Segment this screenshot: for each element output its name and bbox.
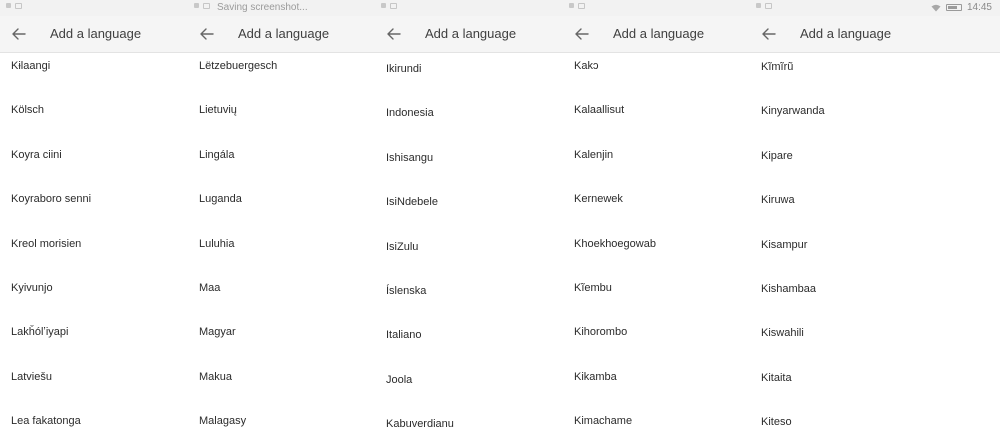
arrow-left-icon[interactable] xyxy=(760,25,778,43)
status-bar xyxy=(0,0,188,16)
page-title: Add a language xyxy=(425,26,517,41)
language-item[interactable]: Ishisangu xyxy=(375,136,563,180)
status-bar: 14:45 xyxy=(750,0,1000,16)
dot-icon xyxy=(6,3,11,8)
language-item[interactable]: Lëtzebuergesch xyxy=(188,44,375,88)
image-notification-icon xyxy=(765,3,772,9)
language-item[interactable]: Lingála xyxy=(188,133,375,177)
image-notification-icon xyxy=(15,3,22,9)
language-screen-4: Add a language Kakɔ Kalaallisut Kalenjin… xyxy=(563,0,750,444)
language-list: Kakɔ Kalaallisut Kalenjin Kernewek Khoek… xyxy=(563,44,750,444)
image-notification-icon xyxy=(578,3,585,9)
status-bar xyxy=(375,0,563,16)
language-item[interactable]: Kitaita xyxy=(750,356,1000,400)
language-item[interactable]: Kölsch xyxy=(0,88,188,132)
language-item[interactable]: Magyar xyxy=(188,310,375,354)
language-item[interactable]: Koyra ciini xyxy=(0,133,188,177)
language-item[interactable]: IsiNdebele xyxy=(375,180,563,224)
language-item[interactable]: Lea fakatonga xyxy=(0,399,188,443)
page-title: Add a language xyxy=(613,26,705,41)
language-item[interactable]: Latviešu xyxy=(0,355,188,399)
language-item[interactable]: Kikamba xyxy=(563,355,750,399)
language-screen-1: Add a language Kɨlaangi Kölsch Koyra cii… xyxy=(0,0,188,444)
language-item[interactable]: Kĩmĩrũ xyxy=(750,45,1000,89)
language-item[interactable]: Malagasy xyxy=(188,399,375,443)
language-item[interactable]: Kishambaa xyxy=(750,267,1000,311)
language-list: Kĩmĩrũ Kinyarwanda Kipare Kiruwa Kisampu… xyxy=(750,45,1000,444)
language-screen-3: Add a language Ikirundi Indonesia Ishisa… xyxy=(375,0,563,444)
language-item[interactable]: Luluhia xyxy=(188,222,375,266)
language-item[interactable]: Kɨlaangi xyxy=(0,44,188,88)
language-list: Kɨlaangi Kölsch Koyra ciini Koyraboro se… xyxy=(0,44,188,444)
dot-icon xyxy=(569,3,574,8)
language-screen-2: Saving screenshot... Add a language Lëtz… xyxy=(188,0,375,444)
status-bar xyxy=(563,0,750,16)
language-item[interactable]: Lakȟólʼiyapi xyxy=(0,310,188,354)
dot-icon xyxy=(194,3,199,8)
image-notification-icon xyxy=(203,3,210,9)
language-item[interactable]: Kiswahili xyxy=(750,311,1000,355)
status-right: 14:45 xyxy=(931,2,992,13)
language-item[interactable]: Kyivunjo xyxy=(0,266,188,310)
arrow-left-icon[interactable] xyxy=(573,25,591,43)
language-item[interactable]: Kisampur xyxy=(750,223,1000,267)
language-item[interactable]: Ikirundi xyxy=(375,47,563,91)
language-item[interactable]: Makua xyxy=(188,355,375,399)
screenshot-strip: Add a language Kɨlaangi Kölsch Koyra cii… xyxy=(0,0,1000,444)
notification-icons xyxy=(756,3,772,9)
language-item[interactable]: IsiZulu xyxy=(375,225,563,269)
language-item[interactable]: Khoekhoegowab xyxy=(563,222,750,266)
image-notification-icon xyxy=(390,3,397,9)
language-item[interactable]: Luganda xyxy=(188,177,375,221)
notification-icons xyxy=(381,3,397,9)
clock: 14:45 xyxy=(966,2,992,13)
language-list: Ikirundi Indonesia Ishisangu IsiNdebele … xyxy=(375,47,563,444)
language-item[interactable]: Kinyarwanda xyxy=(750,89,1000,133)
language-item[interactable]: Kreol morisien xyxy=(0,222,188,266)
status-notification-text: Saving screenshot... xyxy=(217,2,308,13)
language-item[interactable]: Kakɔ xyxy=(563,44,750,88)
battery-icon xyxy=(945,4,962,11)
language-item[interactable]: Kalaallisut xyxy=(563,88,750,132)
dot-icon xyxy=(381,3,386,8)
language-item[interactable]: Kernewek xyxy=(563,177,750,221)
language-item[interactable]: Koyraboro senni xyxy=(0,177,188,221)
language-item[interactable]: Kimachame xyxy=(563,399,750,443)
language-item[interactable]: Italiano xyxy=(375,313,563,357)
language-item[interactable]: Kiruwa xyxy=(750,178,1000,222)
language-item[interactable]: Lietuvių xyxy=(188,88,375,132)
language-item[interactable]: Kĩembu xyxy=(563,266,750,310)
language-item[interactable]: Kihorombo xyxy=(563,310,750,354)
page-title: Add a language xyxy=(50,26,142,41)
language-item[interactable]: Kipare xyxy=(750,134,1000,178)
notification-icons xyxy=(6,3,22,9)
wifi-icon xyxy=(931,4,941,11)
language-item[interactable]: Maa xyxy=(188,266,375,310)
page-title: Add a language xyxy=(800,26,892,41)
arrow-left-icon[interactable] xyxy=(198,25,216,43)
arrow-left-icon[interactable] xyxy=(10,25,28,43)
page-title: Add a language xyxy=(238,26,330,41)
language-item[interactable]: Joola xyxy=(375,358,563,402)
language-item[interactable]: Kiteso xyxy=(750,400,1000,444)
language-screen-5: 14:45 Add a language Kĩmĩrũ Kinyarwanda … xyxy=(750,0,1000,444)
notification-icons xyxy=(194,3,210,9)
language-item[interactable]: Indonesia xyxy=(375,91,563,135)
language-item[interactable]: Kalenjin xyxy=(563,133,750,177)
language-item[interactable]: Íslenska xyxy=(375,269,563,313)
dot-icon xyxy=(756,3,761,8)
language-list: Lëtzebuergesch Lietuvių Lingála Luganda … xyxy=(188,44,375,444)
arrow-left-icon[interactable] xyxy=(385,25,403,43)
status-bar: Saving screenshot... xyxy=(188,0,375,16)
notification-icons xyxy=(569,3,585,9)
language-item[interactable]: Kabuverdianu xyxy=(375,402,563,444)
